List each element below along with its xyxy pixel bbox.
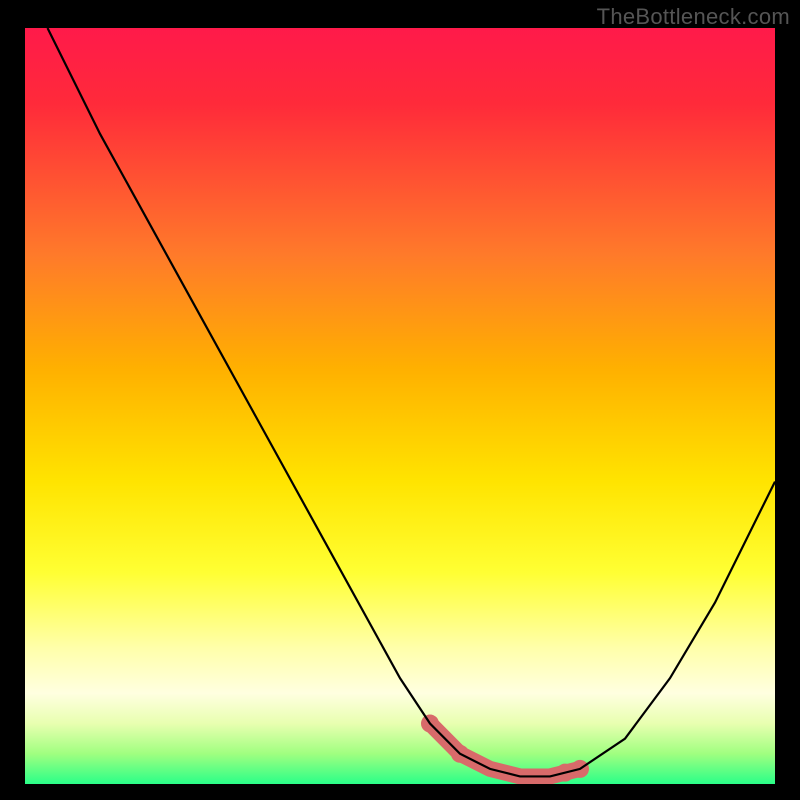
- plot-area: [25, 28, 775, 784]
- bottleneck-plot-svg: [25, 28, 775, 784]
- gradient-background: [25, 28, 775, 784]
- chart-container: TheBottleneck.com: [0, 0, 800, 800]
- watermark-text: TheBottleneck.com: [597, 4, 790, 30]
